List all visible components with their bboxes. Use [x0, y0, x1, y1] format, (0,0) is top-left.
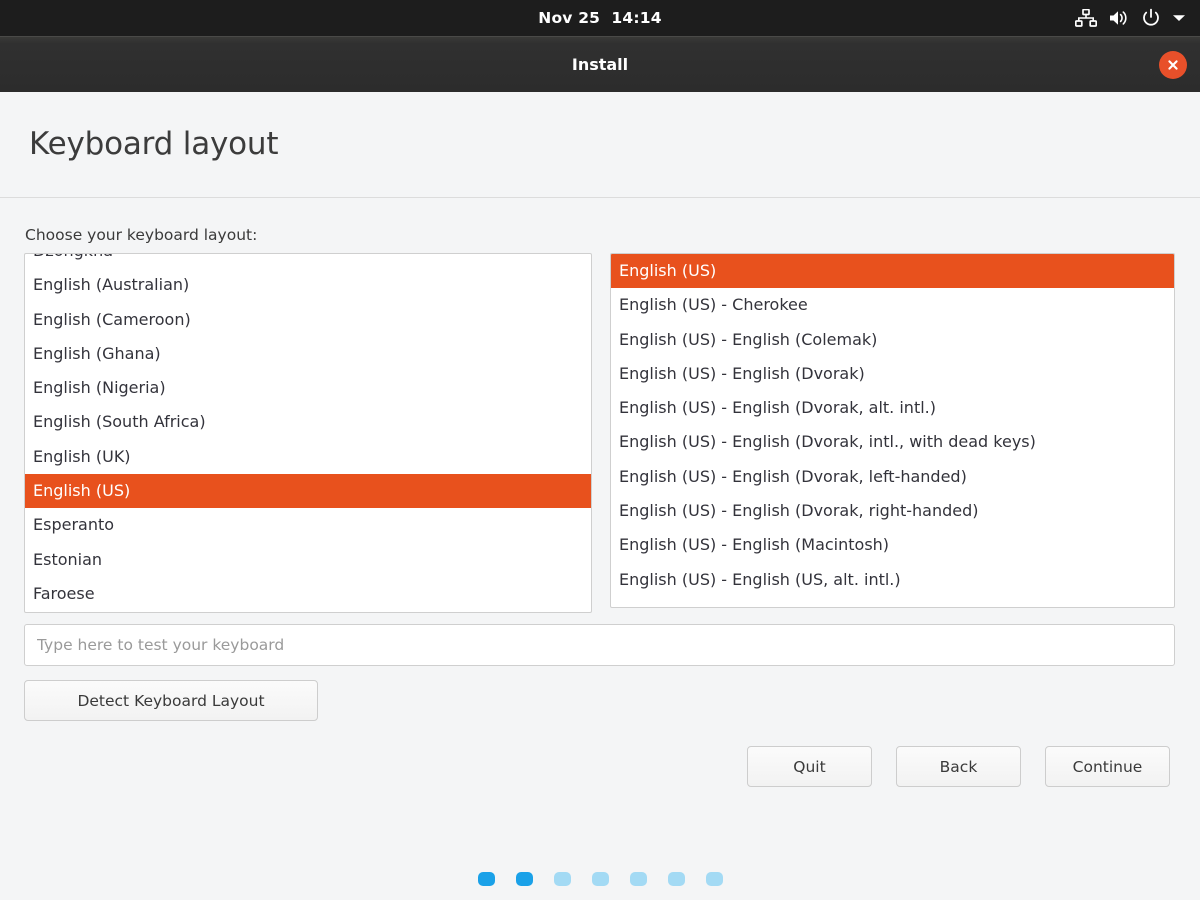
- keyboard-variant-list[interactable]: English (US)English (US) - CherokeeEngli…: [610, 253, 1175, 608]
- detect-keyboard-layout-button[interactable]: Detect Keyboard Layout: [24, 680, 318, 721]
- progress-dot: [592, 872, 609, 886]
- system-tray: [1075, 0, 1186, 36]
- network-icon[interactable]: [1075, 9, 1097, 27]
- chevron-down-icon[interactable]: [1172, 13, 1186, 23]
- list-item[interactable]: English (US) - English (Dvorak, right-ha…: [611, 494, 1174, 528]
- power-icon[interactable]: [1141, 8, 1161, 28]
- system-topbar: Nov 25 14:14: [0, 0, 1200, 36]
- close-icon[interactable]: [1159, 51, 1187, 79]
- list-item[interactable]: English (South Africa): [25, 405, 591, 439]
- list-item[interactable]: English (US) - English (Dvorak, intl., w…: [611, 425, 1174, 459]
- progress-dot: [554, 872, 571, 886]
- list-item[interactable]: English (Cameroon): [25, 303, 591, 337]
- keyboard-variant-list-scroll[interactable]: English (US)English (US) - CherokeeEngli…: [611, 254, 1174, 607]
- back-button[interactable]: Back: [896, 746, 1021, 787]
- window-title: Install: [572, 55, 628, 74]
- quit-button[interactable]: Quit: [747, 746, 872, 787]
- keyboard-test-input[interactable]: [24, 624, 1175, 666]
- list-item[interactable]: Esperanto: [25, 508, 591, 542]
- list-item[interactable]: English (US) - English (US, alt. intl.): [611, 563, 1174, 597]
- list-item[interactable]: English (US) - English (Dvorak, alt. int…: [611, 391, 1174, 425]
- page-title: Keyboard layout: [29, 126, 278, 162]
- installer-page: Keyboard layout Choose your keyboard lay…: [0, 92, 1200, 900]
- continue-button[interactable]: Continue: [1045, 746, 1170, 787]
- list-item[interactable]: English (US) - English (Colemak): [611, 323, 1174, 357]
- progress-indicator: [0, 872, 1200, 886]
- keyboard-layout-list-scroll[interactable]: DzongkhaEnglish (Australian)English (Cam…: [25, 254, 591, 612]
- list-item[interactable]: English (Nigeria): [25, 371, 591, 405]
- system-clock[interactable]: Nov 25 14:14: [538, 9, 661, 27]
- progress-dot: [516, 872, 533, 886]
- list-item[interactable]: English (Ghana): [25, 337, 591, 371]
- progress-dot: [478, 872, 495, 886]
- list-item[interactable]: English (Australian): [25, 268, 591, 302]
- progress-dot: [668, 872, 685, 886]
- volume-icon[interactable]: [1108, 9, 1130, 27]
- instruction-label: Choose your keyboard layout:: [25, 226, 257, 244]
- list-item[interactable]: English (US): [25, 474, 591, 508]
- list-item[interactable]: English (US) - English (Dvorak, left-han…: [611, 460, 1174, 494]
- page-header: Keyboard layout: [0, 92, 1200, 198]
- progress-dot: [630, 872, 647, 886]
- progress-dot: [706, 872, 723, 886]
- window-titlebar: Install: [0, 36, 1200, 92]
- navigation-buttons: Quit Back Continue: [747, 746, 1170, 787]
- list-item[interactable]: English (US) - Cherokee: [611, 288, 1174, 322]
- list-item[interactable]: English (UK): [25, 440, 591, 474]
- list-item[interactable]: English (US) - English (Dvorak): [611, 357, 1174, 391]
- list-item[interactable]: Estonian: [25, 543, 591, 577]
- list-item[interactable]: English (US) - English (Macintosh): [611, 528, 1174, 562]
- keyboard-layout-list[interactable]: DzongkhaEnglish (Australian)English (Cam…: [24, 253, 592, 613]
- list-item[interactable]: Faroese: [25, 577, 591, 611]
- list-item[interactable]: Dzongkha: [25, 254, 591, 268]
- list-item[interactable]: English (US): [611, 254, 1174, 288]
